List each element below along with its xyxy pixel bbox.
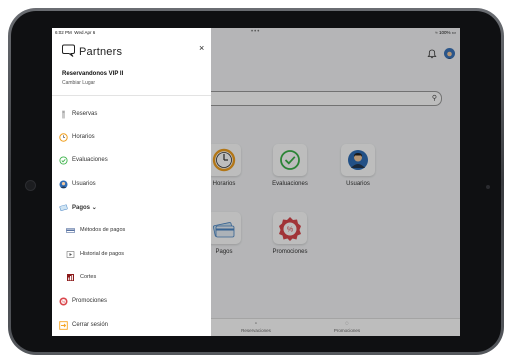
venue-name: Reservandonos VIP II: [62, 71, 124, 77]
sensor: [486, 185, 490, 189]
menu-item-metodos-de-pagos[interactable]: Métodos de pagos: [52, 224, 211, 238]
clock-icon: [59, 133, 68, 142]
reservations-icon: [62, 110, 65, 119]
menu-label: Cerrar sesión: [72, 322, 109, 328]
menu-item-historial-de-pagos[interactable]: Historial de pagos: [52, 248, 211, 262]
user-icon: [59, 180, 68, 189]
menu-label: Métodos de pagos: [80, 227, 126, 233]
navigation-drawer: 6:02 PM Wed Apr 6 Partners × Reservandon…: [52, 28, 211, 336]
chart-icon: [67, 274, 74, 281]
screen: ≈ 100% ▭ ••• ⚲ Horarios Evaluaciones Usu…: [52, 28, 460, 336]
menu-item-evaluaciones[interactable]: Evaluaciones: [52, 154, 211, 168]
menu-label: Reservas: [72, 111, 98, 117]
check-circle-icon: [59, 156, 68, 165]
status-time: 6:02 PM Wed Apr 6: [55, 30, 95, 35]
logout-icon: [59, 321, 68, 330]
payment-icon: [59, 204, 68, 211]
history-icon: [66, 251, 75, 258]
menu-label: Evaluaciones: [72, 157, 108, 163]
promo-icon: %: [59, 297, 68, 306]
divider: [52, 95, 211, 96]
partners-logo-icon: [62, 44, 75, 57]
status-clock: 6:02 PM: [55, 30, 72, 35]
menu-label-text: Pagos: [72, 205, 91, 211]
menu-label: Horarios: [72, 134, 95, 140]
change-place-link[interactable]: Cambiar Lugar: [62, 80, 95, 86]
menu-item-reservas[interactable]: Reservas: [52, 108, 211, 122]
menu-label: Historial de pagos: [80, 251, 125, 257]
menu-item-cerrar-sesion[interactable]: Cerrar sesión: [52, 319, 211, 333]
menu-item-horarios[interactable]: Horarios: [52, 131, 211, 145]
card-icon: [66, 228, 75, 233]
menu-item-usuarios[interactable]: Usuarios: [52, 178, 211, 192]
close-icon[interactable]: ×: [199, 44, 204, 53]
menu-label: Usuarios: [72, 181, 96, 187]
brand-name: Partners: [79, 46, 123, 58]
status-date: Wed Apr 6: [74, 30, 96, 35]
chevron-down-icon: ⌄: [91, 205, 97, 211]
front-camera: [25, 180, 36, 191]
menu-item-promociones[interactable]: % Promociones: [52, 295, 211, 309]
menu-label: Pagos ⌄: [72, 204, 97, 211]
menu-label: Promociones: [72, 298, 108, 304]
menu-item-pagos[interactable]: Pagos ⌄: [52, 201, 211, 215]
menu-label: Cortes: [80, 274, 97, 280]
menu-item-cortes[interactable]: Cortes: [52, 271, 211, 285]
